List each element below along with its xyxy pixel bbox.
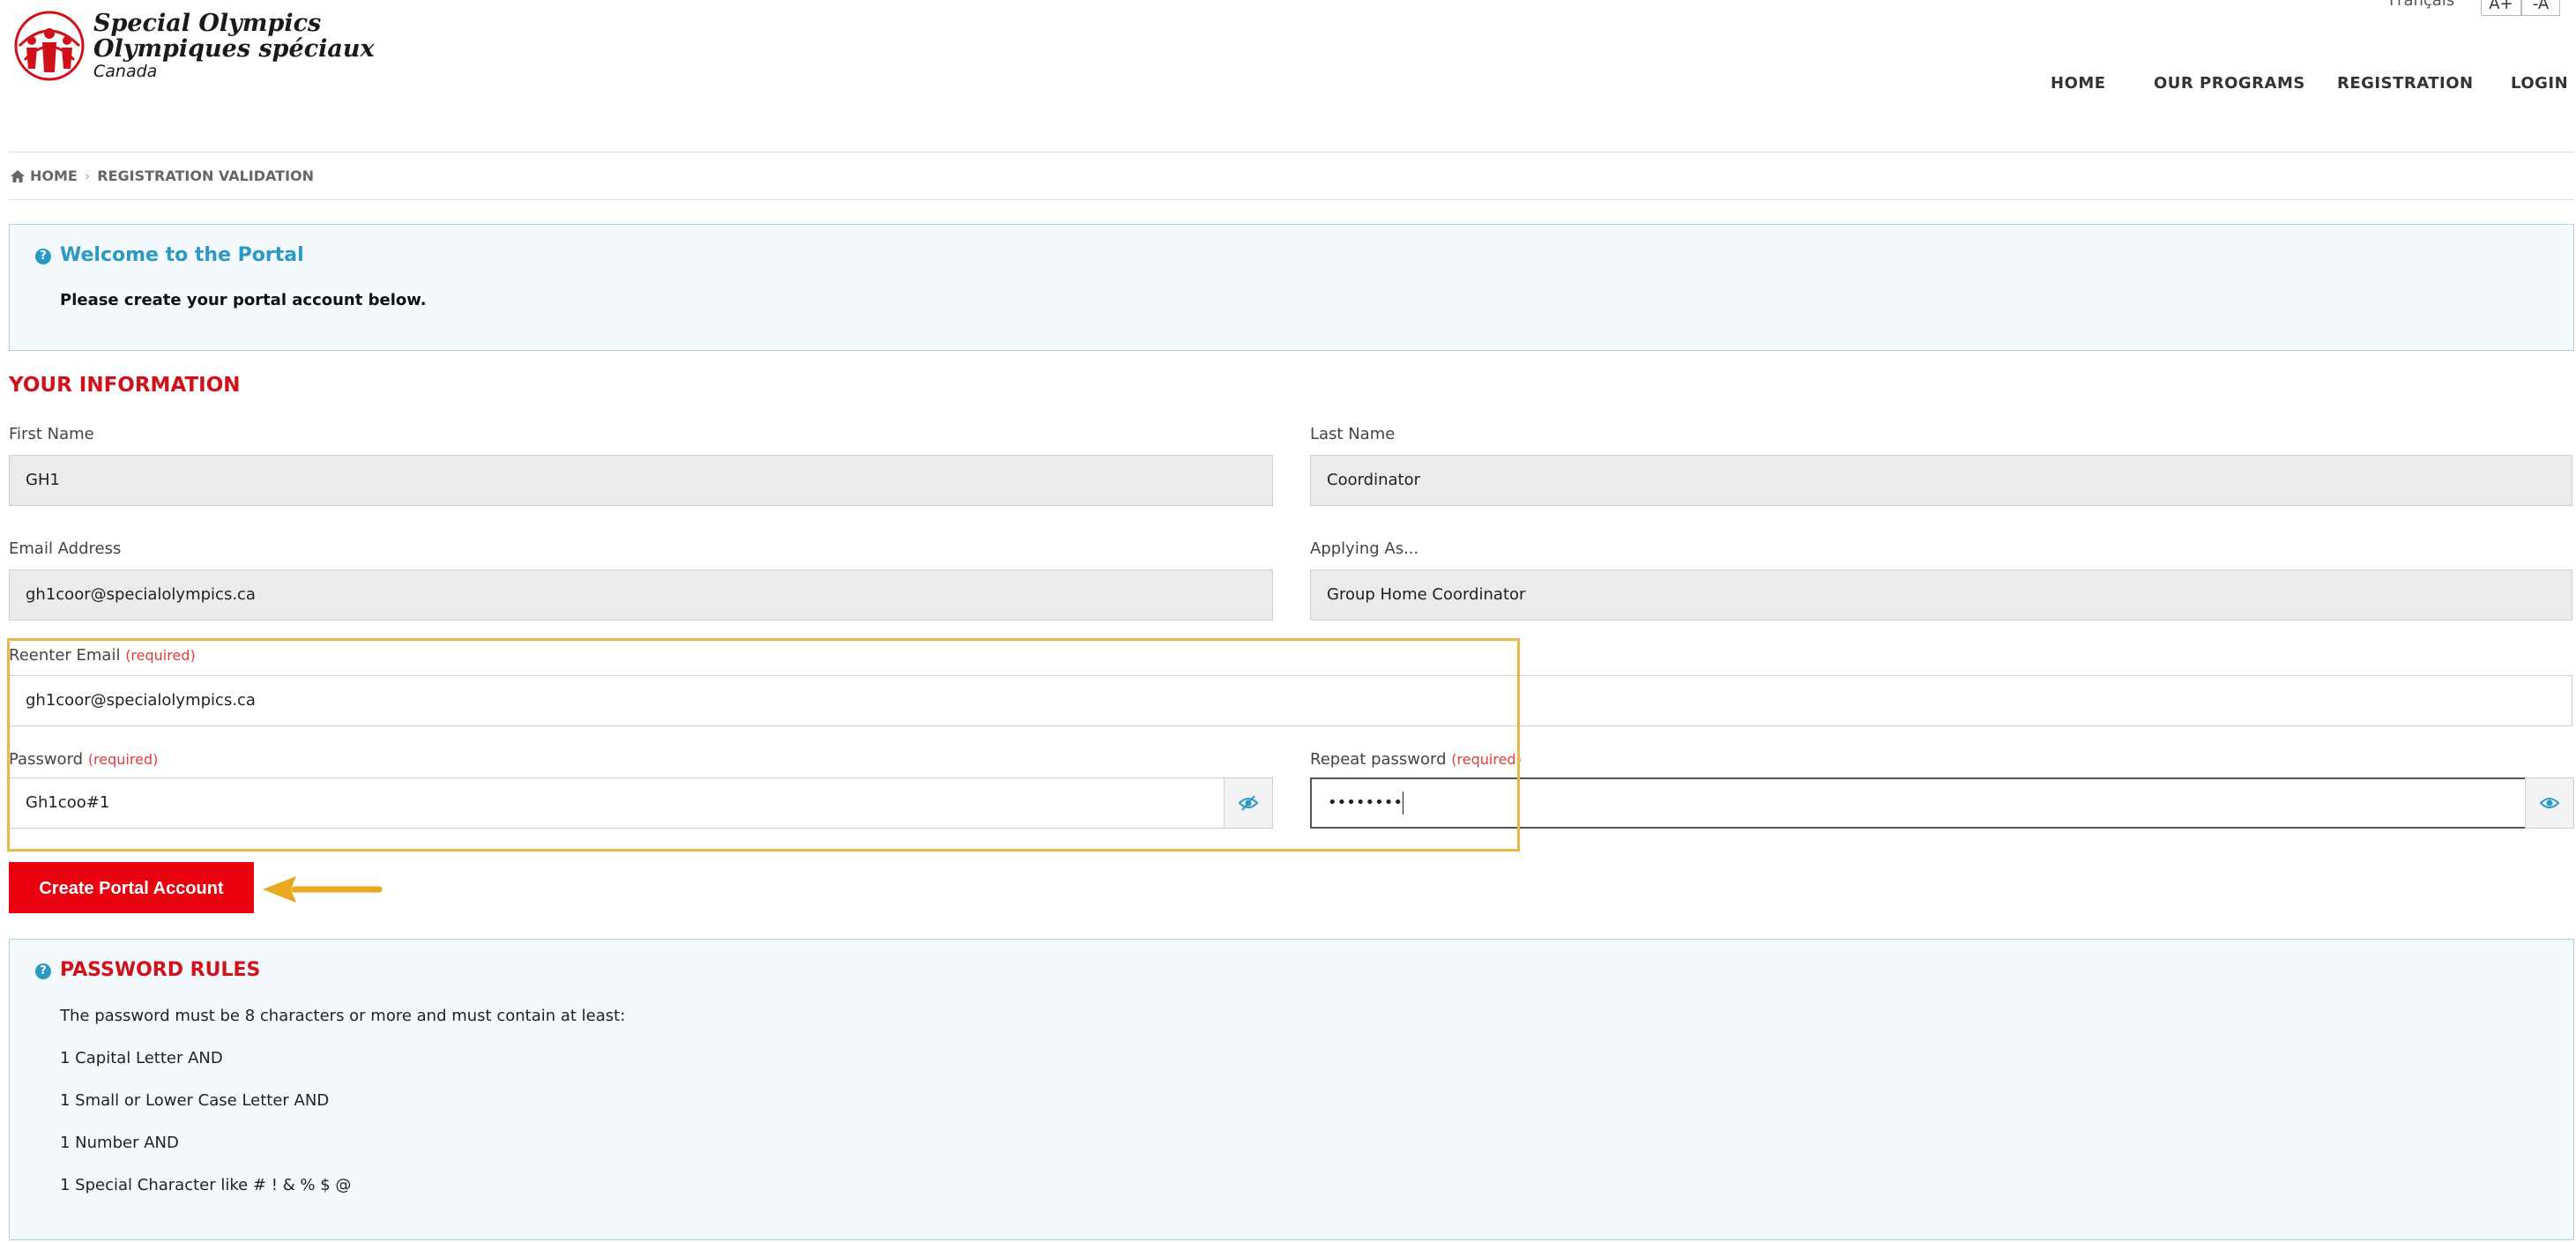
welcome-text: Please create your portal account below. <box>60 291 427 309</box>
last-name-label: Last Name <box>1310 425 1396 443</box>
breadcrumb-divider <box>9 199 2574 200</box>
password-rule-intro: The password must be 8 characters or mor… <box>60 1007 626 1025</box>
password-rules-panel <box>9 939 2574 1240</box>
section-title: YOUR INFORMATION <box>9 374 241 397</box>
first-name-label: First Name <box>9 425 94 443</box>
password-rule-lowercase: 1 Small or Lower Case Letter AND <box>60 1091 330 1110</box>
home-icon <box>11 169 25 182</box>
brand-line-2: Olympiques spéciaux <box>93 35 375 63</box>
language-link[interactable]: Français <box>2389 0 2454 10</box>
nav-our-programs[interactable]: OUR PROGRAMS <box>2154 74 2305 93</box>
breadcrumb-home[interactable]: HOME <box>30 167 78 184</box>
toggle-repeat-password-visibility-button[interactable] <box>2525 777 2574 829</box>
breadcrumb-current: REGISTRATION VALIDATION <box>97 167 315 184</box>
applying-as-label: Applying As... <box>1310 539 1419 558</box>
password-rule-capital: 1 Capital Letter AND <box>60 1049 223 1067</box>
font-increase-button[interactable]: A+ <box>2481 0 2521 16</box>
breadcrumb-separator: › <box>84 167 91 184</box>
special-olympics-logo-icon <box>14 11 85 81</box>
password-rule-number: 1 Number AND <box>60 1134 179 1152</box>
highlight-annotation <box>7 638 1520 852</box>
first-name-field[interactable]: GH1 <box>9 455 1273 506</box>
welcome-title: Welcome to the Portal <box>60 244 304 266</box>
eye-icon <box>2540 798 2559 808</box>
email-field[interactable]: gh1coor@specialolympics.ca <box>9 569 1273 621</box>
nav-registration[interactable]: REGISTRATION <box>2337 74 2474 93</box>
nav-home[interactable]: HOME <box>2051 74 2106 93</box>
password-rule-special: 1 Special Character like # ! & % $ @ <box>60 1176 352 1194</box>
brand-line-1: Special Olympics <box>93 10 322 37</box>
brand-name: Special Olympics Olympiques spéciaux Can… <box>93 11 375 81</box>
arrow-annotation-icon <box>263 876 383 903</box>
question-icon: ? <box>35 963 51 979</box>
font-decrease-button[interactable]: -A <box>2521 0 2560 16</box>
password-rules-title: PASSWORD RULES <box>60 959 261 981</box>
welcome-panel <box>9 224 2574 351</box>
email-label: Email Address <box>9 539 122 558</box>
create-portal-account-button[interactable]: Create Portal Account <box>9 862 254 913</box>
last-name-field[interactable]: Coordinator <box>1310 455 2572 506</box>
question-icon: ? <box>35 249 51 264</box>
nav-login[interactable]: LOGIN <box>2511 74 2568 93</box>
breadcrumb: HOME › REGISTRATION VALIDATION <box>11 167 314 184</box>
applying-as-field[interactable]: Group Home Coordinator <box>1310 569 2572 621</box>
brand-line-3: Canada <box>93 62 158 81</box>
